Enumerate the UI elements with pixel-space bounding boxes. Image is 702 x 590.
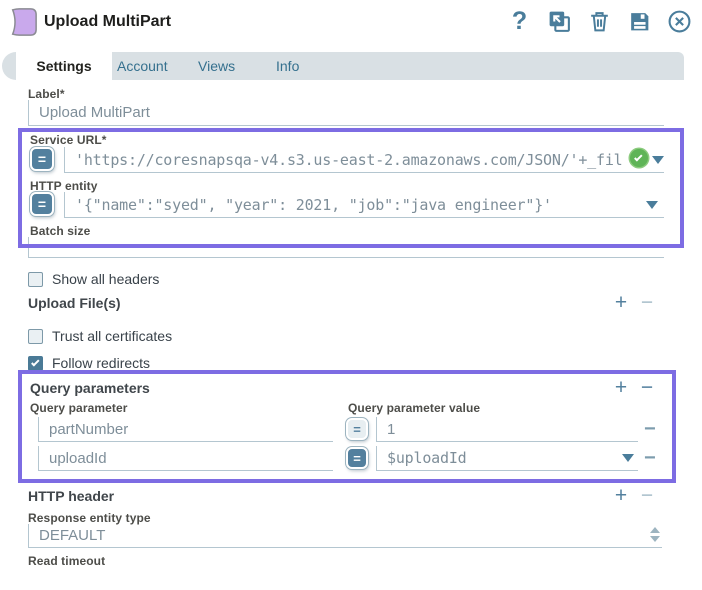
batch-size-label: Batch size: [30, 224, 91, 238]
dropdown-icon[interactable]: [622, 454, 634, 462]
http-entity-row: = '{"name":"syed", "year": 2021, "job":"…: [30, 192, 664, 218]
dialog-toolbar: ?: [507, 9, 692, 34]
tab-bar: Settings Account Views Info: [2, 52, 684, 80]
annotation-box-url-entity: [18, 128, 684, 248]
help-icon[interactable]: ?: [507, 9, 532, 34]
add-row-icon[interactable]: +: [608, 377, 634, 398]
section-http-header: HTTP header + −: [28, 485, 660, 506]
expression-toggle-icon[interactable]: =: [346, 447, 368, 469]
query-parameter-name-input[interactable]: uploadId: [38, 446, 333, 471]
response-entity-type-label: Response entity type: [28, 511, 151, 525]
query-parameter-name-input[interactable]: partNumber: [38, 417, 333, 442]
spinner-down-icon[interactable]: [650, 536, 660, 542]
query-parameter-column-header: Query parameter: [30, 401, 128, 415]
section-upload-files: Upload File(s) + −: [28, 292, 660, 313]
service-url-label: Service URL*: [30, 133, 107, 147]
tab-info[interactable]: Info: [276, 52, 299, 80]
checkbox-follow-redirects[interactable]: Follow redirects: [28, 355, 150, 371]
snap-settings-dialog: Upload MultiPart ? Settings Account View…: [0, 0, 702, 590]
service-url-input[interactable]: 'https://coresnapsqa-v4.s3.us-east-2.ama…: [64, 147, 664, 173]
remove-row-icon[interactable]: −: [634, 292, 660, 313]
batch-size-input[interactable]: [28, 237, 664, 258]
delete-icon[interactable]: [587, 9, 612, 34]
dropdown-icon[interactable]: [646, 201, 658, 209]
save-icon[interactable]: [627, 9, 652, 34]
dialog-title: Upload MultiPart: [44, 13, 172, 30]
export-canvas-icon[interactable]: [547, 9, 572, 34]
expression-toggle-icon[interactable]: =: [346, 418, 368, 440]
query-parameter-row: uploadId = $uploadId −: [0, 446, 702, 472]
checkbox-icon: [28, 328, 43, 344]
read-timeout-label: Read timeout: [28, 554, 106, 568]
query-parameter-value-column-header: Query parameter value: [348, 401, 481, 415]
close-icon[interactable]: [667, 9, 692, 34]
section-query-parameters: Query parameters + −: [30, 377, 660, 398]
remove-row-icon[interactable]: −: [644, 448, 656, 468]
expression-toggle-icon[interactable]: =: [30, 192, 54, 216]
response-entity-type-select[interactable]: DEFAULT: [28, 524, 662, 548]
label-input[interactable]: Upload MultiPart: [28, 100, 664, 126]
remove-row-icon[interactable]: −: [644, 419, 656, 439]
http-entity-input[interactable]: '{"name":"syed", "year": 2021, "job":"ja…: [64, 192, 664, 218]
remove-row-icon[interactable]: −: [634, 485, 660, 506]
label-field-label: Label*: [28, 87, 65, 101]
remove-row-icon[interactable]: −: [634, 377, 660, 398]
query-parameter-value-input[interactable]: 1: [376, 417, 638, 442]
service-url-row: = 'https://coresnapsqa-v4.s3.us-east-2.a…: [30, 147, 664, 173]
spinner-up-icon[interactable]: [650, 527, 660, 533]
tab-account[interactable]: Account: [117, 52, 168, 80]
expression-toggle-icon[interactable]: =: [30, 147, 54, 171]
checkbox-trust-all-certificates[interactable]: Trust all certificates: [28, 328, 172, 344]
spinner-icon[interactable]: [650, 527, 660, 542]
checkbox-show-all-headers[interactable]: Show all headers: [28, 271, 159, 287]
checkbox-icon: [28, 271, 43, 287]
add-row-icon[interactable]: +: [608, 485, 634, 506]
query-parameter-row: partNumber = 1 −: [0, 417, 702, 443]
tab-views[interactable]: Views: [198, 52, 235, 80]
tab-settings[interactable]: Settings: [16, 52, 112, 80]
add-row-icon[interactable]: +: [608, 292, 634, 313]
snap-shape-icon: [11, 8, 37, 36]
dropdown-icon[interactable]: [652, 156, 664, 164]
checkbox-checked-icon: [28, 355, 43, 371]
query-parameter-value-input[interactable]: $uploadId: [376, 446, 638, 471]
valid-check-icon: [630, 149, 648, 167]
http-entity-label: HTTP entity: [30, 179, 98, 193]
